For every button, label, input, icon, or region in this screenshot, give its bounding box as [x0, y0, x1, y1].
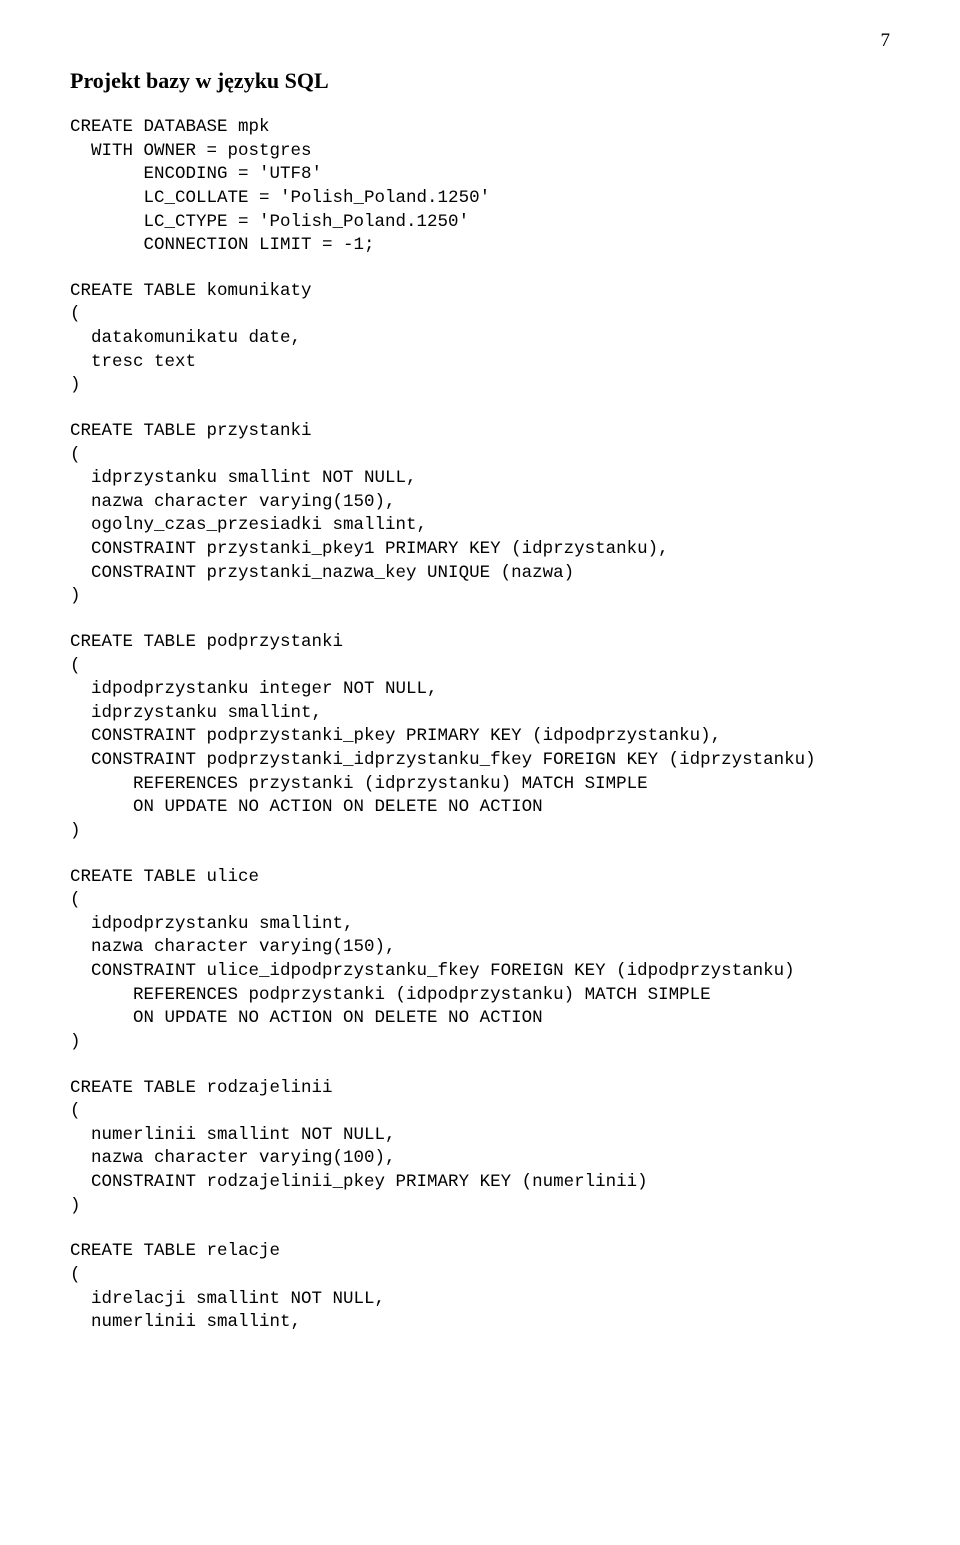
page-heading: Projekt bazy w języku SQL [70, 68, 890, 94]
sql-create-table-rodzajelinii: CREATE TABLE rodzajelinii ( numerlinii s… [70, 1077, 890, 1219]
sql-create-table-relacje: CREATE TABLE relacje ( idrelacji smallin… [70, 1240, 890, 1335]
sql-create-table-podprzystanki: CREATE TABLE podprzystanki ( idpodprzyst… [70, 631, 890, 844]
sql-create-table-przystanki: CREATE TABLE przystanki ( idprzystanku s… [70, 420, 890, 609]
sql-create-table-komunikaty: CREATE TABLE komunikaty ( datakomunikatu… [70, 280, 890, 398]
page-number: 7 [70, 30, 890, 52]
sql-create-table-ulice: CREATE TABLE ulice ( idpodprzystanku sma… [70, 866, 890, 1055]
sql-create-database: CREATE DATABASE mpk WITH OWNER = postgre… [70, 116, 890, 258]
